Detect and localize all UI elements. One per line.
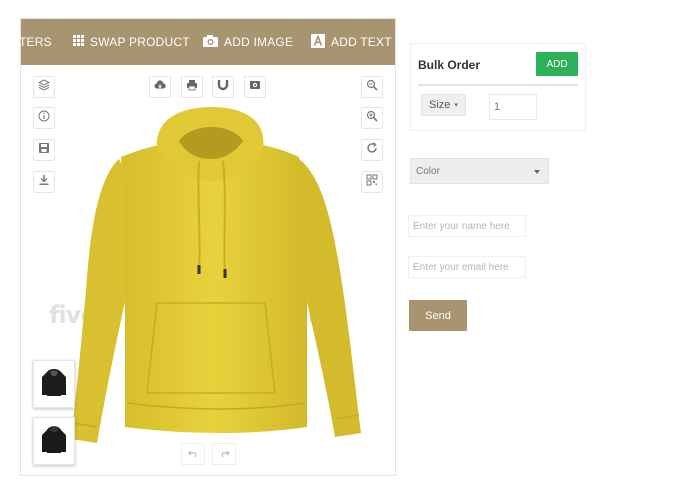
hoodie-back-icon — [40, 424, 68, 459]
print-button[interactable] — [181, 76, 203, 98]
swap-product-button[interactable]: SWAP PRODUCT — [73, 19, 190, 65]
product-designer: TERS SWAP PRODUCT ADD IMAGE ADD TEXT — [20, 18, 396, 476]
email-field[interactable] — [408, 256, 526, 278]
bulk-add-button[interactable]: ADD — [536, 52, 578, 76]
preview-button[interactable] — [244, 76, 266, 98]
name-field[interactable] — [408, 215, 526, 237]
zoom-out-button[interactable] — [361, 76, 383, 98]
grid-icon — [73, 35, 84, 49]
toolbar-filters-label: TERS — [20, 35, 52, 49]
download-icon — [38, 173, 50, 191]
add-text-button[interactable]: ADD TEXT — [311, 19, 392, 65]
hoodie-front-thumbnail[interactable] — [33, 360, 75, 408]
undo-button[interactable] — [181, 443, 205, 465]
bulk-order-title: Bulk Order — [418, 58, 481, 72]
bulk-order-panel: Bulk Order ADD Size ▾ — [410, 43, 586, 131]
undo-icon — [187, 445, 199, 463]
save-icon — [38, 141, 50, 159]
magnet-icon — [217, 78, 229, 96]
caret-down-icon — [534, 170, 540, 174]
hoodie-back-thumbnail[interactable] — [33, 417, 75, 465]
info-icon — [38, 109, 50, 127]
add-text-label: ADD TEXT — [331, 35, 392, 49]
swap-product-label: SWAP PRODUCT — [90, 35, 190, 49]
bulk-divider — [418, 84, 578, 86]
cloud-button[interactable] — [149, 76, 171, 98]
send-button[interactable]: Send — [409, 300, 467, 331]
color-select-value: Color — [416, 165, 440, 177]
preview-icon — [249, 78, 261, 96]
caret-down-icon: ▾ — [454, 102, 458, 109]
layers-icon — [37, 78, 51, 96]
redo-button[interactable] — [212, 443, 236, 465]
color-select[interactable]: Color — [410, 158, 549, 184]
size-select[interactable]: Size ▾ — [421, 94, 466, 116]
camera-icon — [203, 34, 218, 50]
size-select-label: Size — [429, 99, 451, 111]
designer-toolbar: TERS SWAP PRODUCT ADD IMAGE ADD TEXT — [21, 19, 395, 65]
print-icon — [186, 78, 198, 96]
cloud-icon — [154, 78, 166, 96]
zoom-out-icon — [366, 78, 378, 96]
layers-button[interactable] — [33, 76, 55, 98]
hoodie-front-icon — [40, 367, 68, 402]
design-canvas[interactable]: fiverr. fiverr. — [49, 97, 381, 447]
toolbar-filters-button[interactable]: TERS — [20, 19, 52, 65]
add-image-button[interactable]: ADD IMAGE — [203, 19, 293, 65]
hoodie-product-image — [71, 107, 361, 443]
add-image-label: ADD IMAGE — [224, 35, 294, 49]
info-button[interactable] — [33, 107, 55, 129]
text-icon — [311, 33, 325, 51]
download-button[interactable] — [33, 171, 55, 193]
quantity-input[interactable] — [489, 94, 537, 120]
redo-icon — [219, 445, 230, 463]
save-button[interactable] — [33, 139, 55, 161]
magnet-button[interactable] — [212, 76, 234, 98]
